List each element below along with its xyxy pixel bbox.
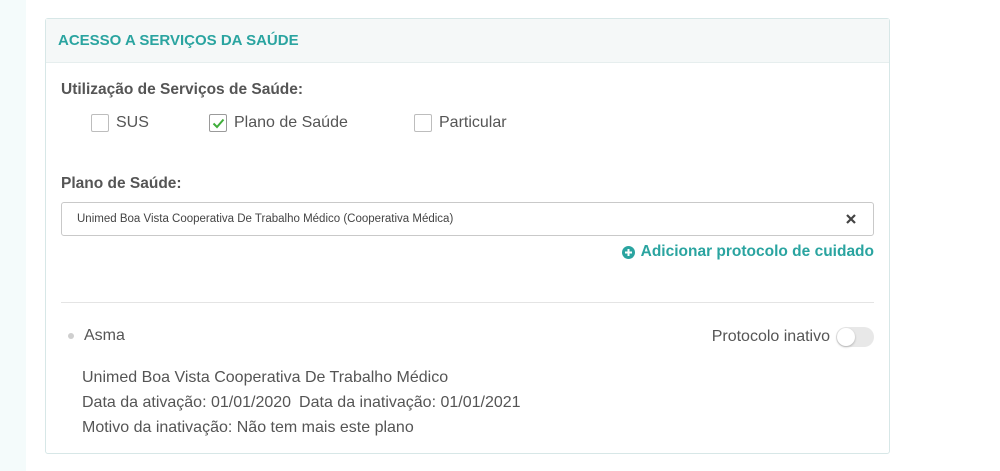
protocol-name-text: Asma: [84, 327, 125, 344]
close-icon[interactable]: [844, 212, 858, 226]
divider: [61, 302, 874, 303]
checkbox-box[interactable]: [209, 114, 227, 132]
checkbox-health-plan[interactable]: Plano de Saúde: [209, 114, 414, 132]
checkbox-box[interactable]: [414, 114, 432, 132]
inactivation-date: Data da inativação: 01/01/2021: [299, 394, 521, 411]
panel-title: ACESSO A SERVIÇOS DA SAÚDE: [58, 32, 299, 49]
protocol-dates: Data da ativação: 01/01/2020 Data da inat…: [82, 390, 521, 415]
checkbox-box[interactable]: [91, 114, 109, 132]
protocol-inactive-toggle-group: Protocolo inativo: [712, 327, 874, 347]
activation-date: Data da ativação: 01/01/2020: [82, 394, 292, 411]
protocol-details: Unimed Boa Vista Cooperativa De Trabalho…: [82, 365, 521, 440]
checkbox-sus[interactable]: SUS: [91, 114, 209, 132]
health-plan-selected-value: Unimed Boa Vista Cooperativa De Trabalho…: [77, 213, 454, 225]
protocol-name: Asma: [68, 327, 125, 345]
checkmark-icon: [212, 118, 224, 128]
add-care-protocol-link[interactable]: Adicionar protocolo de cuidado: [621, 243, 874, 261]
panel-header: ACESSO A SERVIÇOS DA SAÚDE: [46, 19, 889, 63]
inactivation-reason: Motivo da inativação: Não tem mais este …: [82, 419, 414, 436]
toggle-knob: [837, 328, 855, 346]
health-services-panel: ACESSO A SERVIÇOS DA SAÚDE Utilização de…: [45, 18, 890, 454]
checkbox-label: Plano de Saúde: [234, 114, 348, 131]
protocol-inactive-label: Protocolo inativo: [711, 328, 830, 345]
health-plan-select[interactable]: Unimed Boa Vista Cooperativa De Trabalho…: [61, 202, 874, 236]
protocol-plan-name: Unimed Boa Vista Cooperativa De Trabalho…: [82, 369, 449, 386]
services-usage-label: Utilização de Serviços de Saúde:: [61, 81, 304, 98]
checkbox-particular[interactable]: Particular: [414, 114, 507, 132]
plus-circle-icon: [621, 245, 635, 259]
left-background-strip: [0, 0, 26, 471]
protocol-inactive-toggle[interactable]: [836, 327, 874, 347]
services-checkbox-group: SUS Plano de Saúde Particular: [91, 114, 507, 132]
health-plan-label: Plano de Saúde:: [61, 175, 182, 192]
checkbox-label: Particular: [439, 114, 507, 131]
checkbox-label: SUS: [116, 114, 149, 131]
add-care-protocol-label: Adicionar protocolo de cuidado: [640, 243, 874, 260]
bullet-dot-icon: [68, 333, 74, 339]
